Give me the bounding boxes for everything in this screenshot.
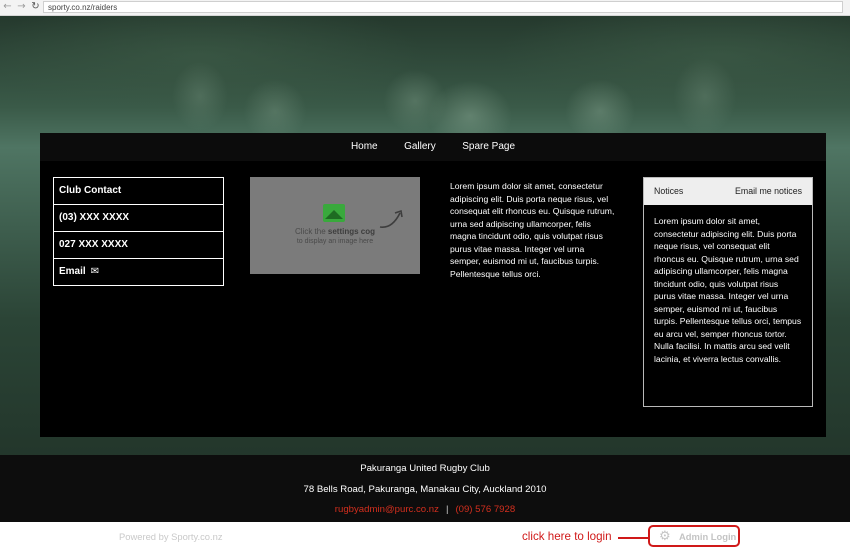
footer-email-link[interactable]: rugbyadmin@purc.co.nz [335,504,439,515]
image-placeholder: Click the settings cog to display an ima… [250,177,420,274]
footer-phone-link[interactable]: (09) 576 7928 [455,504,515,515]
phone-landline: (03) XXX XXXX [54,205,223,232]
club-contact-title: Club Contact [54,178,223,205]
placeholder-instruction-line2: to display an image here [296,238,374,245]
phone-mobile: 027 XXX XXXX [54,232,223,259]
back-arrow-icon[interactable]: ← [2,1,13,13]
content-panel: Home Gallery Spare Page Club Contact (03… [40,133,826,437]
footer-club-name: Pakuranga United Rugby Club [360,463,490,474]
center-text-block: Lorem ipsum dolor sit amet, consectetur … [450,181,615,279]
main-navigation: Home Gallery Spare Page [40,133,826,161]
annotation-pointer-line [618,537,648,539]
gear-icon: ⚙ [659,529,671,544]
club-contact-box: Club Contact (03) XXX XXXX 027 XXX XXXX … [53,177,224,286]
footer-separator: | [445,504,449,515]
address-bar[interactable]: sporty.co.nz/raiders [43,1,843,13]
email-label: Email [59,266,86,277]
email-contact-link[interactable]: Email ✉ [54,259,223,285]
envelope-icon: ✉ [90,266,100,277]
nav-home[interactable]: Home [351,133,378,161]
notices-body: Lorem ipsum dolor sit amet, consectetur … [654,216,802,364]
reload-icon[interactable]: ↻ [30,1,41,13]
login-annotation: click here to login [522,530,612,543]
notices-header: Notices Email me notices [644,178,812,205]
notices-panel: Notices Email me notices Lorem ipsum dol… [643,177,813,407]
browser-toolbar: ← → ↻ sporty.co.nz/raiders [0,0,850,16]
powered-by-link[interactable]: Powered by Sporty.co.nz [119,531,223,542]
footer-address: 78 Bells Road, Pakuranga, Manakau City, … [303,484,547,495]
placeholder-instruction: Click the settings cog [294,227,376,236]
admin-login-label: Admin Login [679,531,737,542]
footer-contact: rugbyadmin@purc.co.nz | (09) 576 7928 [0,504,850,515]
email-me-notices-link[interactable]: Email me notices [735,178,802,205]
admin-login-button[interactable]: ⚙ Admin Login [648,525,740,547]
image-icon [323,204,345,222]
forward-arrow-icon[interactable]: → [16,1,27,13]
site-footer: Pakuranga United Rugby Club 78 Bells Roa… [0,455,850,522]
nav-spare-page[interactable]: Spare Page [462,133,515,161]
nav-gallery[interactable]: Gallery [404,133,436,161]
notices-title: Notices [654,186,684,196]
